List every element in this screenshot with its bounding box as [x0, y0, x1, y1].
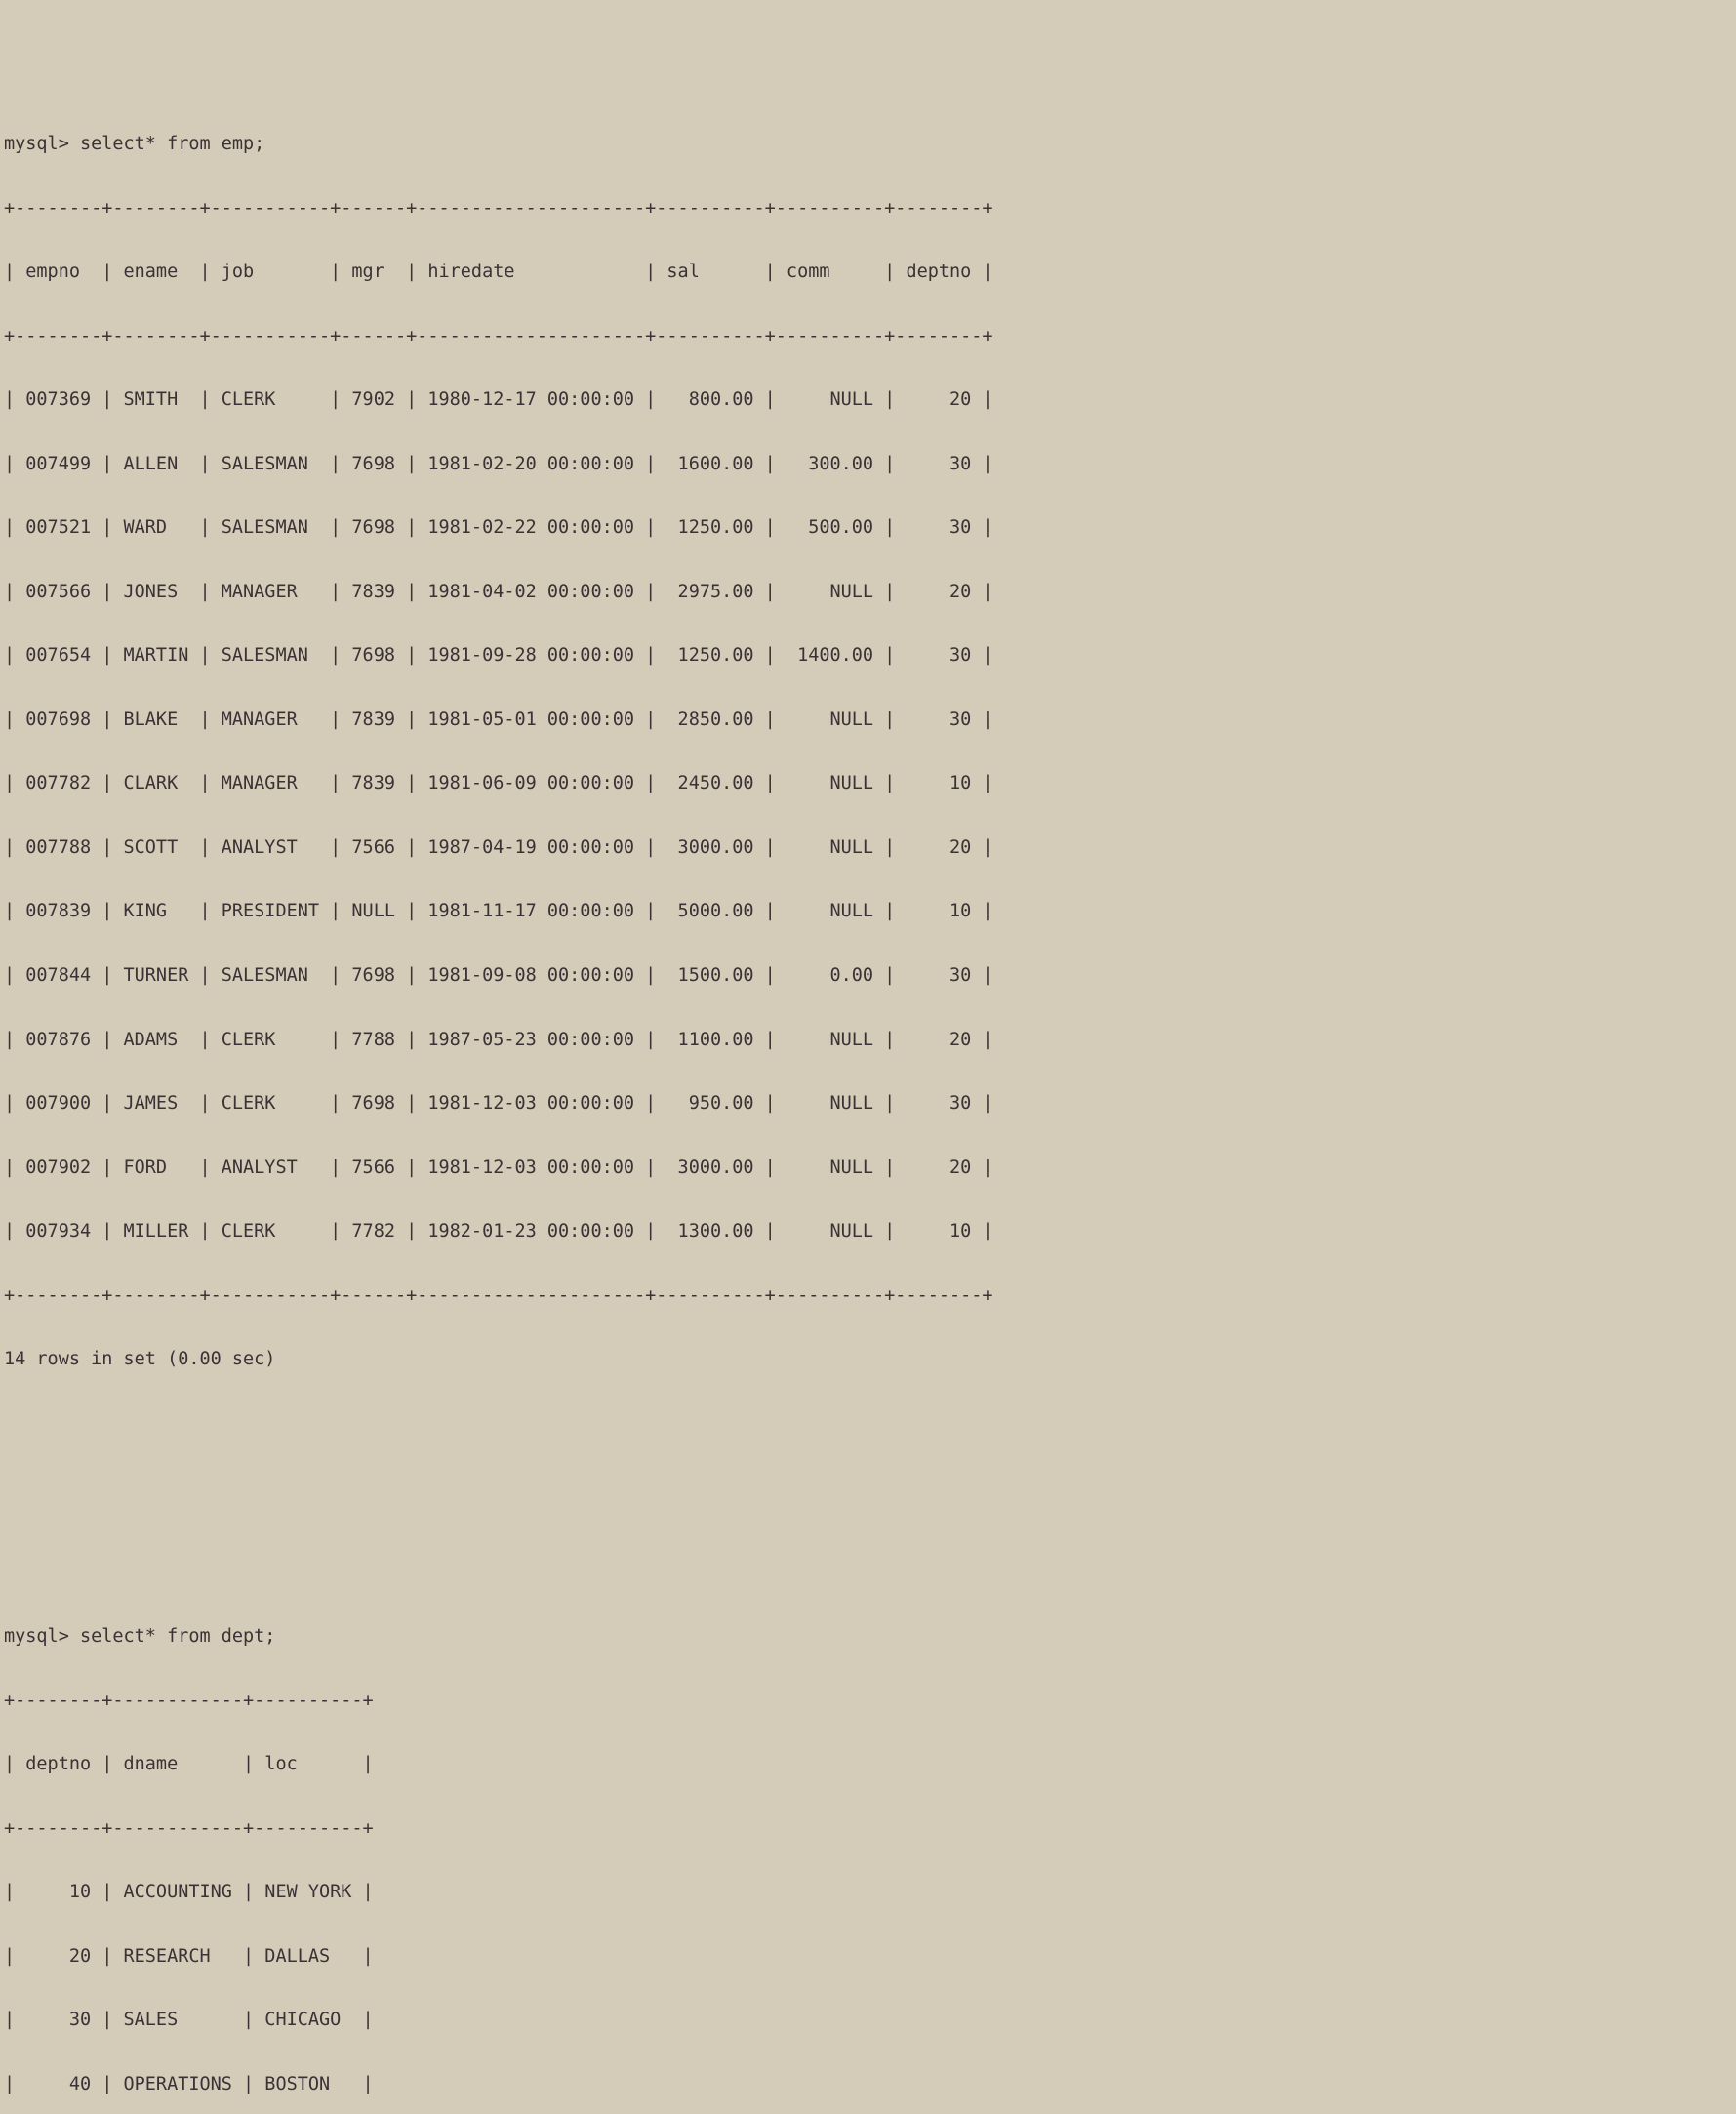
query-block-dept: mysql> select* from dept; +--------+----…: [4, 1583, 1736, 2114]
table-row: | 007369 | SMITH | CLERK | 7902 | 1980-1…: [4, 389, 993, 411]
table-row: | 007844 | TURNER | SALESMAN | 7698 | 19…: [4, 964, 993, 986]
table-top-rule-dept: +--------+------------+----------+: [4, 1689, 374, 1711]
table-row: | 007521 | WARD | SALESMAN | 7698 | 1981…: [4, 517, 993, 539]
terminal-output[interactable]: mysql> select* from emp; +--------+-----…: [0, 0, 1736, 2114]
table-header-dept: | deptno | dname | loc |: [4, 1754, 374, 1775]
table-row: | 007654 | MARTIN | SALESMAN | 7698 | 19…: [4, 645, 993, 667]
table-header-rule-emp: +--------+--------+-----------+------+--…: [4, 325, 993, 346]
command-line-dept: mysql> select* from dept;: [4, 1626, 276, 1647]
table-top-rule-emp: +--------+--------+-----------+------+--…: [4, 197, 993, 219]
table-row: | 40 | OPERATIONS | BOSTON |: [4, 2073, 374, 2094]
table-row: | 007876 | ADAMS | CLERK | 7788 | 1987-0…: [4, 1029, 993, 1050]
table-row: | 007566 | JONES | MANAGER | 7839 | 1981…: [4, 581, 993, 602]
table-row: | 007902 | FORD | ANALYST | 7566 | 1981-…: [4, 1157, 993, 1178]
result-status-emp: 14 rows in set (0.00 sec): [4, 1349, 276, 1370]
table-header-rule-dept: +--------+------------+----------+: [4, 1817, 374, 1839]
command-line-emp: mysql> select* from emp;: [4, 134, 265, 155]
table-header-emp: | empno | ename | job | mgr | hiredate |…: [4, 262, 993, 283]
table-row: | 20 | RESEARCH | DALLAS |: [4, 1945, 374, 1967]
table-row: | 007499 | ALLEN | SALESMAN | 7698 | 198…: [4, 453, 993, 474]
table-row: | 007698 | BLAKE | MANAGER | 7839 | 1981…: [4, 709, 993, 730]
table-row: | 30 | SALES | CHICAGO |: [4, 2010, 374, 2031]
table-row: | 007788 | SCOTT | ANALYST | 7566 | 1987…: [4, 836, 993, 858]
table-row: | 007900 | JAMES | CLERK | 7698 | 1981-1…: [4, 1093, 993, 1115]
query-block-emp: mysql> select* from emp; +--------+-----…: [4, 91, 1736, 1412]
table-bottom-rule-emp: +--------+--------+-----------+------+--…: [4, 1284, 993, 1306]
table-row: | 10 | ACCOUNTING | NEW YORK |: [4, 1882, 374, 1903]
table-row: | 007782 | CLARK | MANAGER | 7839 | 1981…: [4, 773, 993, 794]
table-row: | 007934 | MILLER | CLERK | 7782 | 1982-…: [4, 1221, 993, 1242]
table-row: | 007839 | KING | PRESIDENT | NULL | 198…: [4, 901, 993, 922]
